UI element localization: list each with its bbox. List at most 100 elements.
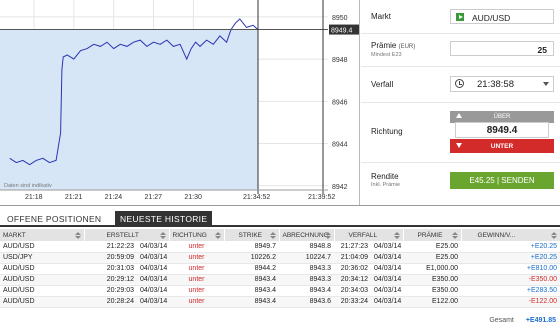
x-tick-label: 21:18 <box>25 194 43 201</box>
cell-settlement: 8943.6 <box>279 296 335 308</box>
table-row[interactable]: AUD/USD 20:31:03 04/03/14 unter 8944.2 8943.3… <box>0 263 560 275</box>
cell-direction: unter <box>169 296 225 308</box>
divider <box>361 102 560 103</box>
table-row[interactable]: AUD/USD 21:22:23 04/03/14 unter 8949.7 8948.8… <box>0 241 560 253</box>
y-tick-label: 8942 <box>332 184 348 191</box>
expiry-label: Verfall <box>371 80 394 89</box>
premium-input[interactable]: 25 <box>450 41 554 56</box>
cell-settlement: 10224.7 <box>279 252 335 264</box>
cell-premium: E25.00 <box>403 241 462 253</box>
market-value: AUD/USD <box>472 13 511 23</box>
market-play-icon <box>456 13 464 21</box>
cell-market: AUD/USD <box>0 263 84 275</box>
cell-direction: unter <box>169 241 225 253</box>
cell-direction: unter <box>169 263 225 275</box>
table-row[interactable]: AUD/USD 20:28:24 04/03/14 unter 8943.4 8943.6… <box>0 296 560 308</box>
premium-minimum: Mindest E23 <box>371 52 402 58</box>
column-header-created[interactable]: ERSTELLT <box>84 229 170 241</box>
cell-profit-loss: +E20.25 <box>461 241 560 253</box>
cell-expiry-date: 04/03/14 <box>371 285 404 297</box>
header-label: GEWINN/V... <box>477 231 516 239</box>
cell-expiry-date: 04/03/14 <box>371 263 404 275</box>
column-header-direction[interactable]: RICHTUNG <box>169 229 225 241</box>
cell-settlement: 8943.4 <box>279 285 335 297</box>
cell-market: AUD/USD <box>0 296 84 308</box>
sort-icon <box>269 232 276 239</box>
cell-created-date: 04/03/14 <box>137 252 170 264</box>
column-header-profit-loss[interactable]: GEWINN/V... <box>461 229 560 241</box>
x-tick-label: 21:27 <box>145 194 163 201</box>
market-select[interactable]: AUD/USD <box>450 9 554 24</box>
cell-expiry-time: 20:34:03 <box>334 285 372 297</box>
column-header-strike[interactable]: STRIKE <box>224 229 280 241</box>
table-row[interactable]: AUD/USD 20:29:12 04/03/14 unter 8943.4 8943.3… <box>0 274 560 286</box>
divider <box>361 162 560 163</box>
price-chart-svg: 8950 8948 8946 8944 8942 8949.4 21:18 21:21 21:2… <box>0 0 359 201</box>
expiry-time: 21:38:58 <box>477 79 514 90</box>
cell-expiry-time: 21:04:09 <box>334 252 372 264</box>
cell-premium: E1,000.00 <box>403 263 462 275</box>
premium-unit: (EUR) <box>398 44 416 50</box>
header-label: ERSTELLT <box>106 231 139 239</box>
total-row: Gesamt +E491.85 <box>489 317 556 324</box>
cell-profit-loss: -E122.00 <box>461 296 560 308</box>
cell-settlement: 8943.3 <box>279 263 335 275</box>
history-table: MARKT ERSTELLT RICHTUNG STRIKE ABRECHNUN… <box>0 229 560 308</box>
divider <box>361 66 560 67</box>
expiry-select[interactable]: 21:38:58 <box>450 76 554 92</box>
current-price-label: 8949.4 <box>331 28 353 35</box>
tab-bar: OFFENE POSITIONEN NEUESTE HISTORIE <box>0 205 560 227</box>
column-header-market[interactable]: MARKT <box>0 229 85 241</box>
table-row[interactable]: AUD/USD 20:29:03 04/03/14 unter 8943.4 8943.4… <box>0 285 560 297</box>
cell-premium: E25.00 <box>403 252 462 264</box>
direction-price: 8949.4 <box>455 122 549 138</box>
x-tick-label: 21:24 <box>105 194 123 201</box>
price-area-fill <box>0 29 258 190</box>
send-button[interactable]: E45.25 | SENDEN <box>450 172 554 189</box>
cell-expiry-time: 20:34:12 <box>334 274 372 286</box>
cell-settlement: 8943.3 <box>279 274 335 286</box>
return-sublabel: Inkl. Prämie <box>371 182 401 188</box>
cell-strike: 8943.4 <box>224 296 280 308</box>
cell-created-time: 21:22:23 <box>84 241 137 253</box>
cell-premium: E350.00 <box>403 274 462 286</box>
sort-icon <box>214 232 221 239</box>
cell-created-date: 04/03/14 <box>137 296 170 308</box>
cell-direction: unter <box>169 285 225 297</box>
sort-icon <box>74 232 81 239</box>
cell-settlement: 8948.8 <box>279 241 335 253</box>
sort-icon <box>159 232 166 239</box>
direction-label: Richtung <box>371 127 403 136</box>
y-tick-label: 8950 <box>332 15 348 22</box>
price-chart[interactable]: 8950 8948 8946 8944 8942 8949.4 21:18 21:21 21:2… <box>0 0 360 205</box>
direction-down-button[interactable]: UNTER <box>450 139 554 153</box>
sort-icon <box>393 232 400 239</box>
cell-profit-loss: +E810.00 <box>461 263 560 275</box>
tab-open-positions[interactable]: OFFENE POSITIONEN <box>2 211 106 226</box>
column-header-settlement[interactable]: ABRECHNUNG <box>279 229 335 241</box>
clock-icon <box>455 79 464 88</box>
column-header-expiry[interactable]: VERFALL <box>334 229 404 241</box>
cell-market: AUD/USD <box>0 274 84 286</box>
cell-expiry-date: 04/03/14 <box>371 241 404 253</box>
chevron-down-icon <box>543 82 549 86</box>
sort-icon <box>550 232 557 239</box>
cell-expiry-time: 20:36:02 <box>334 263 372 275</box>
header-label: STRIKE <box>238 231 262 239</box>
column-header-premium[interactable]: PRÄMIE <box>403 229 462 241</box>
cell-created-date: 04/03/14 <box>137 285 170 297</box>
sort-icon <box>451 232 458 239</box>
premium-label-text: Prämie <box>371 41 397 50</box>
header-label: PRÄMIE <box>417 231 443 239</box>
cell-expiry-time: 21:27:23 <box>334 241 372 253</box>
sort-icon <box>324 232 331 239</box>
tab-recent-history[interactable]: NEUESTE HISTORIE <box>115 211 213 226</box>
cell-strike: 8943.4 <box>224 274 280 286</box>
cell-created-time: 20:59:09 <box>84 252 137 264</box>
cell-premium: E350.00 <box>403 285 462 297</box>
chart-disclaimer: Daten sind indikativ <box>4 183 52 189</box>
cell-created-time: 20:28:24 <box>84 296 137 308</box>
table-row[interactable]: USD/JPY 20:59:09 04/03/14 unter 10226.2 10224… <box>0 252 560 264</box>
y-tick-label: 8946 <box>332 99 348 106</box>
market-label: Markt <box>371 12 391 21</box>
